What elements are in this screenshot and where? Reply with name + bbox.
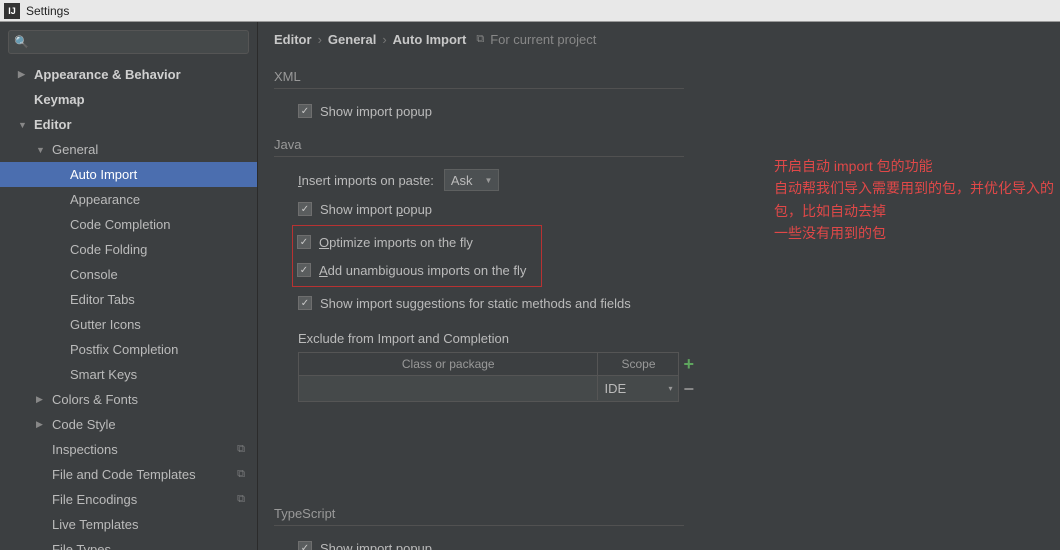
sidebar-item-smart-keys[interactable]: Smart Keys: [0, 362, 257, 387]
sidebar-item-label: Console: [70, 267, 257, 282]
project-scope-icon: ⧉: [233, 492, 249, 508]
sidebar-item-gutter-icons[interactable]: Gutter Icons: [0, 312, 257, 337]
sidebar-item-label: File and Code Templates: [52, 467, 233, 482]
search-input[interactable]: [8, 30, 249, 54]
insert-imports-label: Insert imports on paste:: [298, 173, 434, 188]
sidebar-item-file-encodings[interactable]: File Encodings⧉: [0, 487, 257, 512]
section-title: Java: [274, 133, 684, 157]
sidebar-item-file-types[interactable]: File Types: [0, 537, 257, 550]
sidebar-item-live-templates[interactable]: Live Templates: [0, 512, 257, 537]
exclude-section: Exclude from Import and Completion Class…: [298, 331, 1060, 402]
optimize-imports-checkbox[interactable]: [297, 235, 311, 249]
scope-icon: ⧉: [476, 33, 484, 46]
sidebar-item-label: Live Templates: [52, 517, 257, 532]
project-scope-icon: ⧉: [233, 442, 249, 458]
checkbox-label: Show import popup: [320, 104, 432, 119]
sidebar-item-label: Inspections: [52, 442, 233, 457]
checkbox-label: Optimize imports on the fly: [319, 235, 473, 250]
sidebar-item-auto-import[interactable]: Auto Import: [0, 162, 257, 187]
sidebar-item-label: Editor: [34, 117, 257, 132]
sidebar-item-code-folding[interactable]: Code Folding: [0, 237, 257, 262]
breadcrumb-item[interactable]: General: [328, 32, 376, 47]
window-title: Settings: [26, 4, 69, 18]
titlebar: IJ Settings: [0, 0, 1060, 22]
sidebar-item-label: File Encodings: [52, 492, 233, 507]
sidebar-item-label: Smart Keys: [70, 367, 257, 382]
search-icon: 🔍: [14, 35, 29, 49]
section-title: TypeScript: [274, 502, 684, 526]
sidebar-item-general[interactable]: ▼ General: [0, 137, 257, 162]
sidebar-item-label: Auto Import: [70, 167, 257, 182]
ts-show-popup-checkbox[interactable]: [298, 541, 312, 550]
sidebar-item-colors-fonts[interactable]: ▶ Colors & Fonts: [0, 387, 257, 412]
sidebar-item-keymap[interactable]: Keymap: [0, 87, 257, 112]
static-suggestions-checkbox[interactable]: [298, 296, 312, 310]
sidebar-item-label: Colors & Fonts: [52, 392, 257, 407]
remove-button[interactable]: −: [683, 379, 694, 400]
sidebar-item-code-completion[interactable]: Code Completion: [0, 212, 257, 237]
sidebar-item-postfix-completion[interactable]: Postfix Completion: [0, 337, 257, 362]
project-scope-icon: ⧉: [233, 467, 249, 483]
sidebar-item-label: Code Folding: [70, 242, 257, 257]
sidebar-item-inspections[interactable]: Inspections⧉: [0, 437, 257, 462]
java-show-popup-checkbox[interactable]: [298, 202, 312, 216]
annotation-highlight-box: Optimize imports on the fly Add unambigu…: [292, 225, 542, 287]
chevron-down-icon: ▾: [668, 384, 672, 393]
sidebar-item-file-and-code-templates[interactable]: File and Code Templates⧉: [0, 462, 257, 487]
checkbox-label: Show import popup: [320, 541, 432, 550]
chevron-down-icon: ▼: [18, 120, 30, 130]
breadcrumb-item: Auto Import: [393, 32, 467, 47]
checkbox-label: Show import suggestions for static metho…: [320, 296, 631, 311]
settings-sidebar: 🔍 ▶ Appearance & Behavior Keymap ▼ Editor ▼ Ge…: [0, 22, 258, 550]
column-header-class: Class or package: [299, 353, 598, 375]
exclude-table[interactable]: Class or package Scope IDE ▾: [298, 352, 679, 402]
insert-imports-select[interactable]: Ask ▼: [444, 169, 500, 191]
sidebar-item-label: Code Style: [52, 417, 257, 432]
table-cell[interactable]: IDE ▾: [598, 376, 678, 400]
add-button[interactable]: +: [683, 354, 694, 375]
sidebar-item-editor-tabs[interactable]: Editor Tabs: [0, 287, 257, 312]
chevron-right-icon: ▶: [36, 419, 48, 430]
sidebar-item-label: Code Completion: [70, 217, 257, 232]
sidebar-item-code-style[interactable]: ▶ Code Style: [0, 412, 257, 437]
section-title: XML: [274, 65, 684, 89]
sidebar-item-console[interactable]: Console: [0, 262, 257, 287]
checkbox-label: Show import popup: [320, 202, 432, 217]
scope-dropdown[interactable]: IDE ▾: [598, 376, 678, 400]
main-panel: Editor › General › Auto Import ⧉ For cur…: [258, 22, 1060, 550]
sidebar-item-label: General: [52, 142, 257, 157]
add-unambiguous-checkbox[interactable]: [297, 263, 311, 277]
app-icon: IJ: [4, 3, 20, 19]
chevron-down-icon: ▼: [485, 176, 493, 185]
breadcrumb-item[interactable]: Editor: [274, 32, 312, 47]
xml-section: XML Show import popup: [274, 65, 1060, 125]
sidebar-item-label: Postfix Completion: [70, 342, 257, 357]
sidebar-item-label: Gutter Icons: [70, 317, 257, 332]
annotation-text: 开启自动 import 包的功能 自动帮我们导入需要用到的包，并优化导入的包，比…: [774, 155, 1060, 245]
breadcrumb: Editor › General › Auto Import ⧉ For cur…: [258, 22, 1060, 57]
sidebar-item-appearance[interactable]: Appearance: [0, 187, 257, 212]
chevron-down-icon: ▼: [36, 145, 48, 155]
sidebar-item-appearance-behavior[interactable]: ▶ Appearance & Behavior: [0, 62, 257, 87]
sidebar-item-editor[interactable]: ▼ Editor: [0, 112, 257, 137]
xml-show-popup-checkbox[interactable]: [298, 104, 312, 118]
sidebar-item-label: Editor Tabs: [70, 292, 257, 307]
checkbox-label: Add unambiguous imports on the fly: [319, 263, 526, 278]
sidebar-item-label: Appearance & Behavior: [34, 67, 257, 82]
sidebar-item-label: File Types: [52, 542, 257, 550]
exclude-label: Exclude from Import and Completion: [298, 331, 1060, 346]
search-container: 🔍: [8, 30, 249, 54]
table-cell[interactable]: [299, 376, 598, 400]
sidebar-item-label: Appearance: [70, 192, 257, 207]
chevron-right-icon: ▶: [36, 394, 48, 405]
scope-text: For current project: [490, 32, 596, 47]
settings-tree: ▶ Appearance & Behavior Keymap ▼ Editor ▼ Gene…: [0, 62, 257, 550]
typescript-section: TypeScript Show import popup: [274, 502, 1060, 550]
sidebar-item-label: Keymap: [34, 92, 257, 107]
chevron-right-icon: ▶: [18, 69, 30, 80]
column-header-scope: Scope: [598, 353, 678, 375]
